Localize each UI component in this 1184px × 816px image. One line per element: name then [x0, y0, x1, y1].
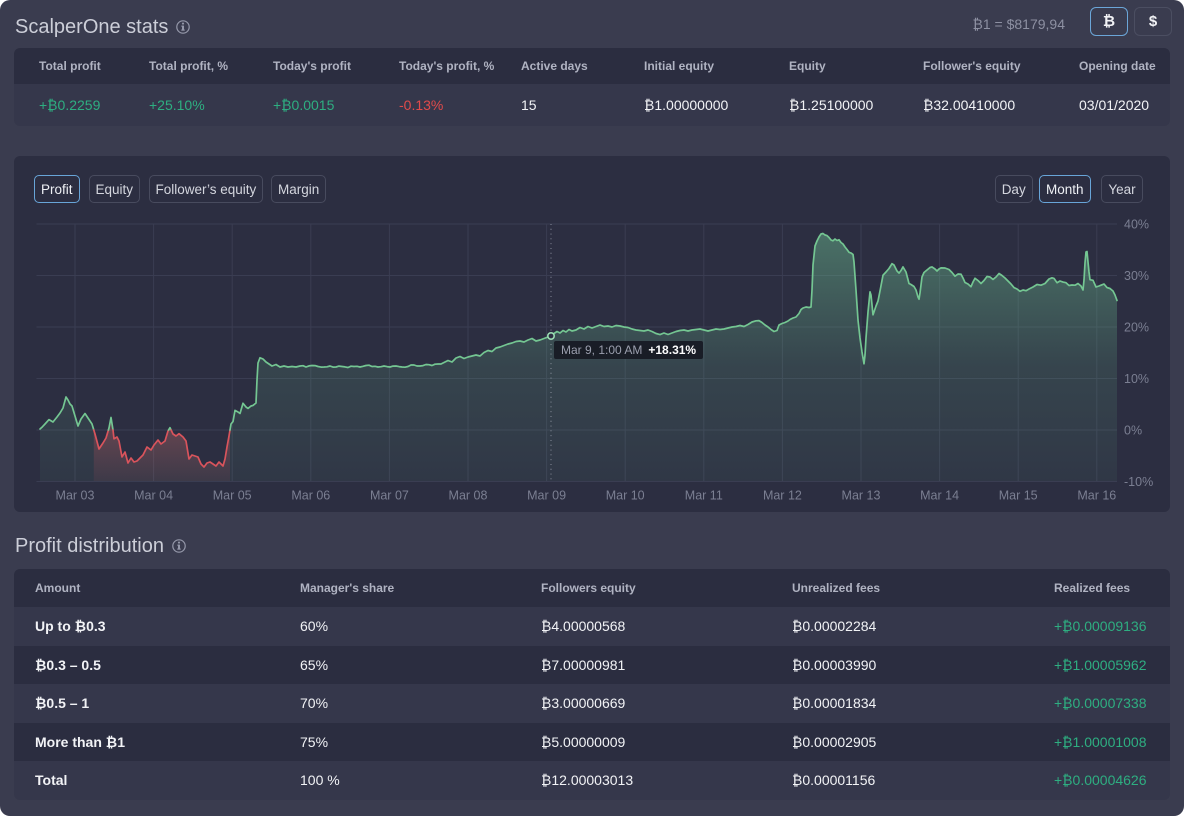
svg-text:40%: 40%: [1124, 218, 1149, 232]
svg-text:Mar 06: Mar 06: [291, 489, 330, 503]
svg-text:Mar 05: Mar 05: [213, 489, 252, 503]
svg-text:Mar 15: Mar 15: [999, 489, 1038, 503]
svg-text:Mar 13: Mar 13: [842, 489, 881, 503]
svg-text:0%: 0%: [1124, 424, 1142, 438]
svg-text:Mar 09: Mar 09: [527, 489, 566, 503]
svg-text:Mar 10: Mar 10: [606, 489, 645, 503]
svg-text:10%: 10%: [1124, 372, 1149, 386]
svg-text:Mar 03: Mar 03: [56, 489, 95, 503]
svg-text:30%: 30%: [1124, 269, 1149, 283]
svg-text:Mar 04: Mar 04: [134, 489, 173, 503]
svg-text:-10%: -10%: [1124, 475, 1153, 489]
svg-text:Mar 14: Mar 14: [920, 489, 959, 503]
svg-text:20%: 20%: [1124, 321, 1149, 335]
svg-text:Mar 08: Mar 08: [449, 489, 488, 503]
svg-text:Mar 07: Mar 07: [370, 489, 409, 503]
svg-text:Mar 12: Mar 12: [763, 489, 802, 503]
svg-text:Mar 16: Mar 16: [1077, 489, 1116, 503]
svg-text:Mar 11: Mar 11: [685, 489, 723, 503]
